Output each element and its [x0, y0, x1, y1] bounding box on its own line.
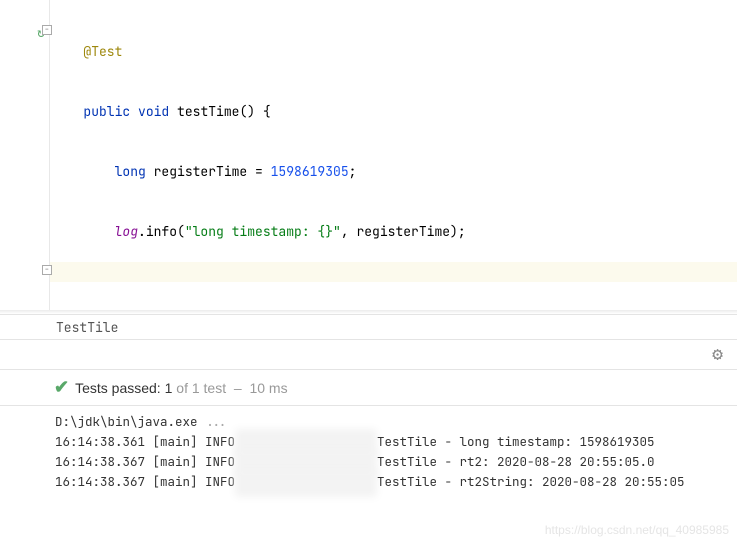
watermark: https://blog.csdn.net/qq_40985985: [545, 523, 729, 537]
tests-passed-label: Tests passed:: [75, 380, 161, 396]
check-icon: ✔: [54, 377, 69, 398]
console-toolbar: ⚙: [0, 340, 737, 370]
tests-passed-count: 1: [165, 380, 173, 396]
console-log-line: 16:14:38.361 [main] INFOTestTile - long …: [55, 432, 737, 452]
breadcrumb-item[interactable]: TestTile: [56, 319, 118, 336]
breadcrumb[interactable]: TestTile: [0, 314, 737, 340]
console-output[interactable]: D:\jdk\bin\java.exe ... 16:14:38.361 [ma…: [0, 406, 737, 492]
test-duration: 10 ms: [249, 380, 287, 396]
console-log-line: 16:14:38.367 [main] INFOTestTile - rt2St…: [55, 472, 737, 492]
tests-total: of 1 test: [176, 380, 226, 396]
gutter: ↻ − −: [0, 0, 50, 310]
test-status-bar: ✔ Tests passed: 1 of 1 test – 10 ms: [0, 370, 737, 406]
annotation: @Test: [83, 43, 122, 60]
editor-area: ↻ − − @Test public void testTime() { lon…: [0, 0, 737, 310]
gear-icon[interactable]: ⚙: [712, 343, 723, 366]
console-log-line: 16:14:38.367 [main] INFOTestTile - rt2: …: [55, 452, 737, 472]
console-path-line: D:\jdk\bin\java.exe ...: [55, 412, 737, 432]
code-editor[interactable]: @Test public void testTime() { long regi…: [50, 0, 737, 310]
